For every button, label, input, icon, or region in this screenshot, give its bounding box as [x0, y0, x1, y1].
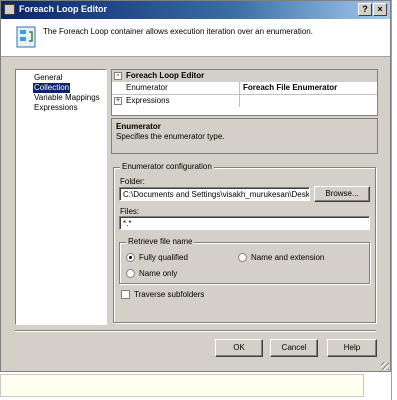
grid-category-label: Foreach Loop Editor — [126, 71, 205, 80]
cancel-button[interactable]: Cancel — [270, 339, 318, 357]
grid-row-name: Enumerator — [126, 83, 168, 92]
group-legend: Retrieve file name — [126, 237, 195, 246]
help-button[interactable]: Help — [327, 339, 377, 357]
grid-row-value[interactable]: Foreach File Enumerator — [243, 83, 337, 92]
header-panel: The Foreach Loop container allows execut… — [1, 19, 390, 57]
nav-item-expressions[interactable]: Expressions — [33, 103, 79, 113]
files-label: Files: — [120, 207, 140, 216]
radio-name-only[interactable] — [126, 269, 135, 278]
radio-label: Name only — [139, 269, 178, 278]
enumerator-configuration-group: Enumerator configuration Folder: C:\Docu… — [113, 162, 376, 323]
grid-column-separator — [239, 82, 240, 94]
grid-row-enumerator[interactable]: Enumerator Foreach File Enumerator — [112, 82, 377, 94]
property-grid: - Foreach Loop Editor Enumerator Foreach… — [111, 69, 378, 116]
nav-item-collection[interactable]: Collection — [33, 83, 71, 93]
grid-row-expressions[interactable]: + Expressions — [112, 95, 377, 107]
group-legend: Enumerator configuration — [120, 162, 214, 171]
expand-icon[interactable]: + — [114, 97, 122, 105]
folder-input[interactable]: C:\Documents and Settings\visakh_murukes… — [119, 187, 310, 201]
traverse-subfolders-label: Traverse subfolders — [134, 290, 205, 299]
title-bar[interactable]: Foreach Loop Editor ? × — [1, 1, 390, 19]
traverse-subfolders-checkbox[interactable] — [121, 290, 130, 299]
radio-fully-qualified[interactable] — [126, 253, 135, 262]
radio-label: Fully qualified — [139, 253, 188, 262]
page-nav-list: General Collection Variable Mappings Exp… — [15, 69, 107, 325]
footer-divider — [15, 330, 376, 332]
foreach-loop-editor-window: Foreach Loop Editor ? × The Foreach Loop… — [0, 0, 391, 372]
nav-item-variable-mappings[interactable]: Variable Mappings — [33, 93, 101, 103]
background-panel — [0, 372, 391, 400]
description-text: Specifies the enumerator type. — [116, 132, 225, 141]
radio-name-and-extension[interactable] — [238, 253, 247, 262]
window-title: Foreach Loop Editor — [19, 4, 108, 14]
resize-grip-icon[interactable] — [381, 362, 389, 370]
radio-label: Name and extension — [251, 253, 325, 262]
description-title: Enumerator — [116, 122, 161, 131]
background-edge — [391, 0, 397, 400]
folder-label: Folder: — [120, 177, 145, 186]
close-icon[interactable]: × — [373, 3, 387, 16]
grid-row-name: Expressions — [126, 96, 170, 105]
window-icon — [4, 4, 15, 15]
files-input[interactable]: *.* — [119, 216, 370, 230]
foreach-container-icon — [16, 26, 36, 48]
ok-button[interactable]: OK — [215, 339, 263, 357]
nav-item-general[interactable]: General — [33, 73, 63, 83]
background-window-strip — [0, 374, 364, 397]
grid-category-row[interactable]: - Foreach Loop Editor — [112, 70, 377, 82]
collapse-icon[interactable]: - — [114, 72, 122, 80]
browse-button[interactable]: Browse... — [314, 186, 370, 202]
description-panel: Enumerator Specifies the enumerator type… — [111, 118, 378, 154]
help-title-icon[interactable]: ? — [358, 3, 372, 16]
header-description: The Foreach Loop container allows execut… — [43, 27, 313, 36]
retrieve-file-name-group: Retrieve file name Fully qualified Name … — [119, 237, 370, 284]
grid-column-separator — [239, 95, 240, 107]
